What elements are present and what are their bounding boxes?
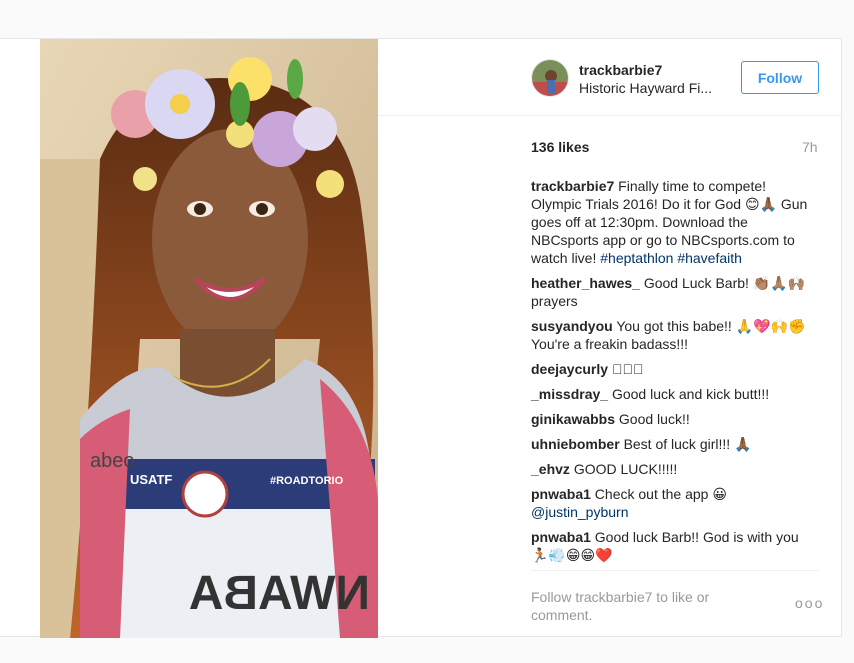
selfie-image: NWABA USATF #ROADTORIO abeo <box>40 39 378 638</box>
comment-user[interactable]: susyandyou <box>531 318 613 334</box>
comment-text: Good luck!! <box>618 411 690 427</box>
likes-count[interactable]: 136 likes <box>531 139 589 155</box>
comment-item: pnwaba1 Good luck Barb!! God is with you… <box>531 528 819 564</box>
comment-user[interactable]: heather_hawes_ <box>531 275 640 291</box>
post-footer: Follow trackbarbie7 to like or comment. … <box>531 570 822 638</box>
post-location[interactable]: Historic Hayward Fi... <box>579 80 712 96</box>
comment-text: Best of luck girl!!! 🙏🏾 <box>623 436 752 452</box>
post-card: NWABA USATF #ROADTORIO abeo trackbarbie7… <box>0 38 842 638</box>
comment-user[interactable]: deejaycurly <box>531 361 608 377</box>
comment-text: GOOD LUCK!!!!! <box>573 461 678 477</box>
post-username[interactable]: trackbarbie7 <box>579 62 662 78</box>
hashtag-link[interactable]: #havefaith <box>677 250 742 266</box>
comment-text: Good luck and kick butt!!! <box>611 386 770 402</box>
post-header: trackbarbie7 Historic Hayward Fi... Foll… <box>378 39 841 116</box>
comment-user[interactable]: uhniebomber <box>531 436 620 452</box>
mention-link[interactable]: @justin_pyburn <box>531 504 629 520</box>
usatf-text: USATF <box>130 472 172 487</box>
roadto-text: #ROADTORIO <box>270 475 344 487</box>
comment-item: _missdray_ Good luck and kick butt!!! <box>531 385 819 403</box>
comment-item: _ehvz GOOD LUCK!!!!! <box>531 460 819 478</box>
comment-user[interactable]: _ehvz <box>531 461 570 477</box>
comment-item: pnwaba1 Check out the app 😀 @justin_pybu… <box>531 485 819 521</box>
comments-list: trackbarbie7 Finally time to compete! Ol… <box>531 177 819 571</box>
follow-prompt[interactable]: Follow trackbarbie7 to like or comment. <box>531 588 731 624</box>
avatar[interactable] <box>531 59 569 97</box>
post-time[interactable]: 7h <box>802 139 818 155</box>
post-sidebar: trackbarbie7 Historic Hayward Fi... Foll… <box>378 39 841 638</box>
comment-item: uhniebomber Best of luck girl!!! 🙏🏾 <box>531 435 819 453</box>
comment-user[interactable]: ginikawabbs <box>531 411 615 427</box>
comment-text: Check out the app 😀 <box>594 486 727 502</box>
comment-item: deejaycurly 🏽🏽🏽 <box>531 360 819 378</box>
caption: trackbarbie7 Finally time to compete! Ol… <box>531 177 819 267</box>
avatar-image <box>532 60 568 96</box>
comment-item: heather_hawes_ Good Luck Barb! 👏🏽🙏🏽🙌🏽 pr… <box>531 274 819 310</box>
comment-user[interactable]: _missdray_ <box>531 386 608 402</box>
more-options-icon[interactable]: ooo <box>795 595 824 611</box>
hashtag-link[interactable]: #heptathlon <box>600 250 673 266</box>
oakley-text: abeo <box>90 450 135 472</box>
comment-item: ginikawabbs Good luck!! <box>531 410 819 428</box>
comment-item: susyandyou You got this babe!! 🙏💖🙌✊ You'… <box>531 317 819 353</box>
comment-user[interactable]: trackbarbie7 <box>531 178 614 194</box>
jersey-name: NWABA <box>189 567 370 620</box>
post-photo[interactable]: NWABA USATF #ROADTORIO abeo <box>40 39 378 638</box>
comment-user[interactable]: pnwaba1 <box>531 529 591 545</box>
follow-button[interactable]: Follow <box>741 61 819 94</box>
comment-user[interactable]: pnwaba1 <box>531 486 591 502</box>
